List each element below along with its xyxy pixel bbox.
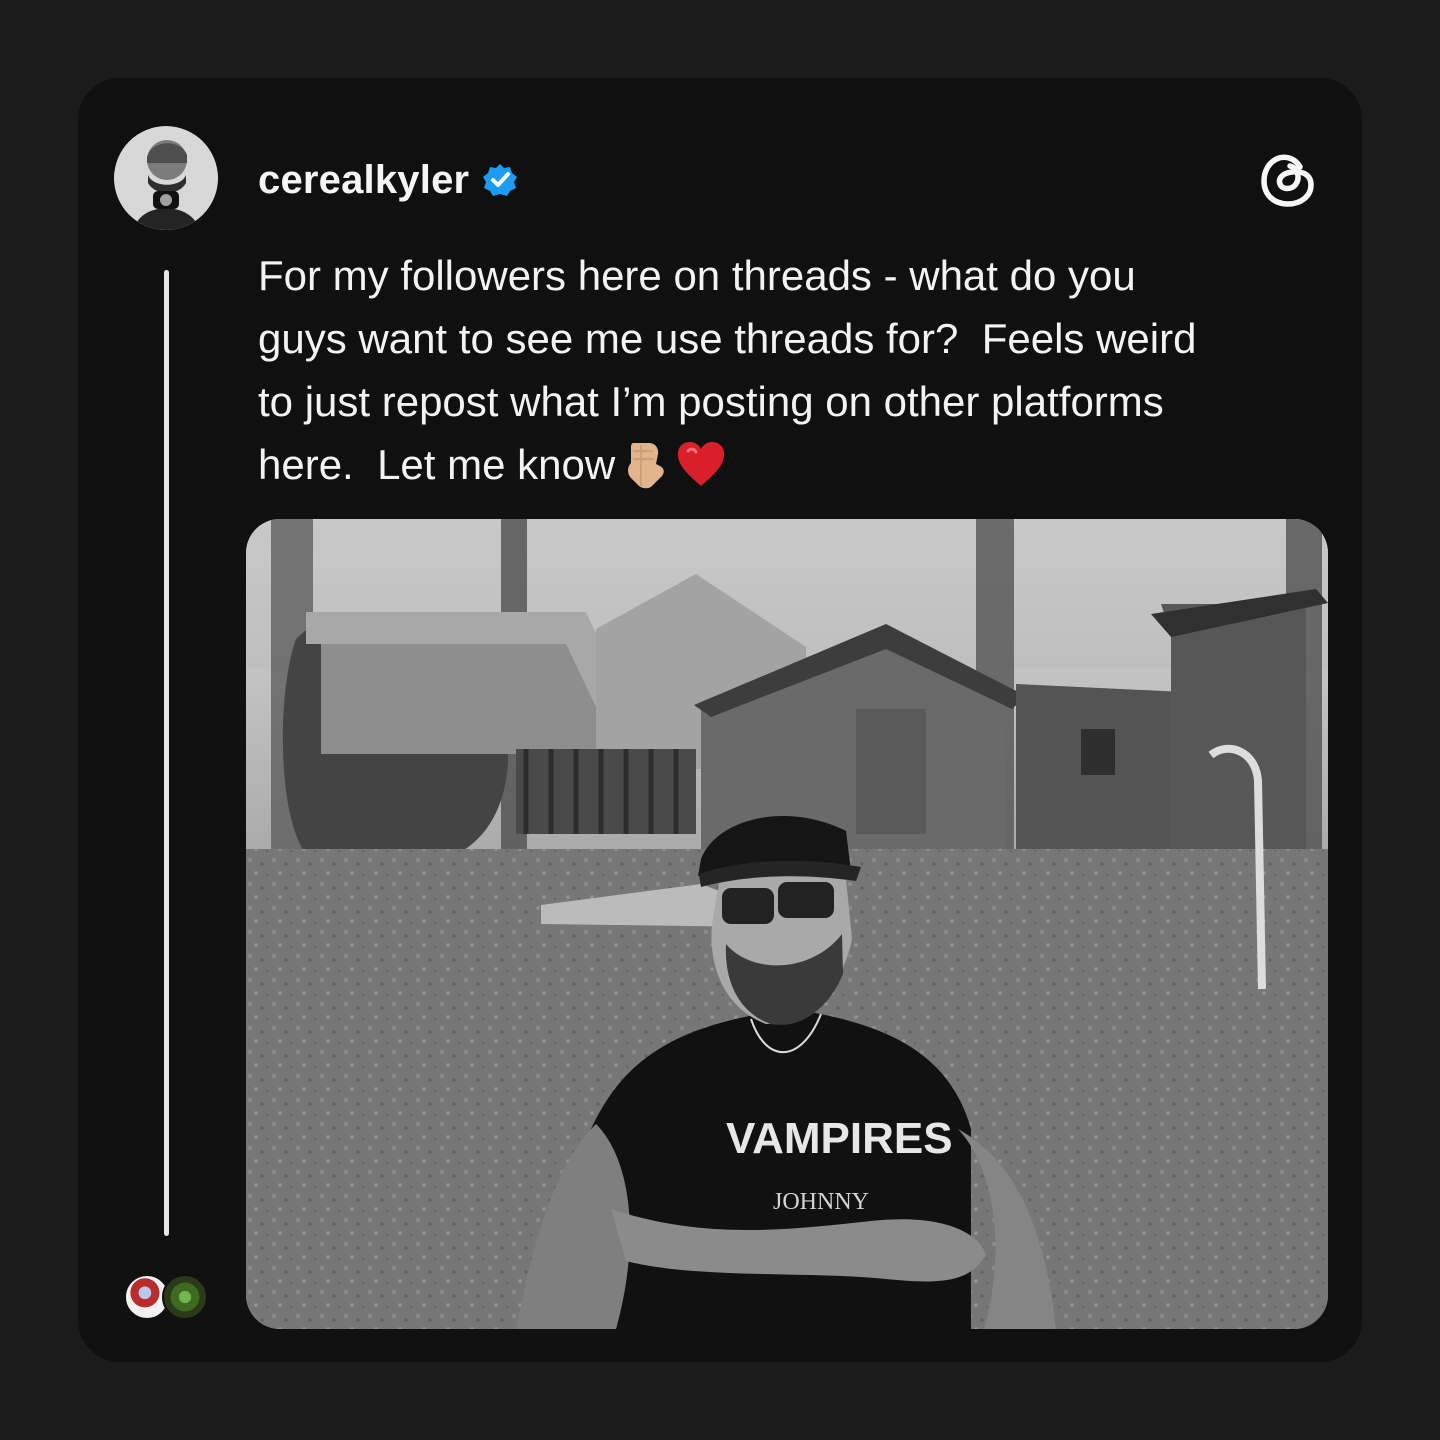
threads-logo-icon[interactable] <box>1256 148 1320 212</box>
username[interactable]: cerealkyler <box>258 158 469 203</box>
avatar-image <box>114 126 218 230</box>
post-text: For my followers here on threads - what … <box>258 244 1308 496</box>
verified-badge-icon <box>483 164 518 196</box>
post-body-text: For my followers here on threads - what … <box>258 252 1197 488</box>
reply-avatars[interactable] <box>124 1274 214 1322</box>
pointing-down-icon <box>628 443 664 489</box>
shirt-subtext: JOHNNY <box>773 1189 869 1215</box>
post-card: cerealkyler For my followers here on thr… <box>78 78 1362 1362</box>
post-header: cerealkyler <box>258 156 518 204</box>
photo-portrait-image: VAMPIRES JOHNNY <box>246 519 1328 1329</box>
heart-icon <box>678 442 725 486</box>
threads-post-screenshot: cerealkyler For my followers here on thr… <box>0 0 1440 1440</box>
profile-avatar[interactable] <box>114 126 218 230</box>
shirt-text: VAMPIRES <box>726 1114 953 1163</box>
thread-connector-line <box>164 270 169 1236</box>
reply-avatar-2[interactable] <box>162 1274 208 1320</box>
post-photo[interactable]: VAMPIRES JOHNNY <box>246 519 1328 1329</box>
